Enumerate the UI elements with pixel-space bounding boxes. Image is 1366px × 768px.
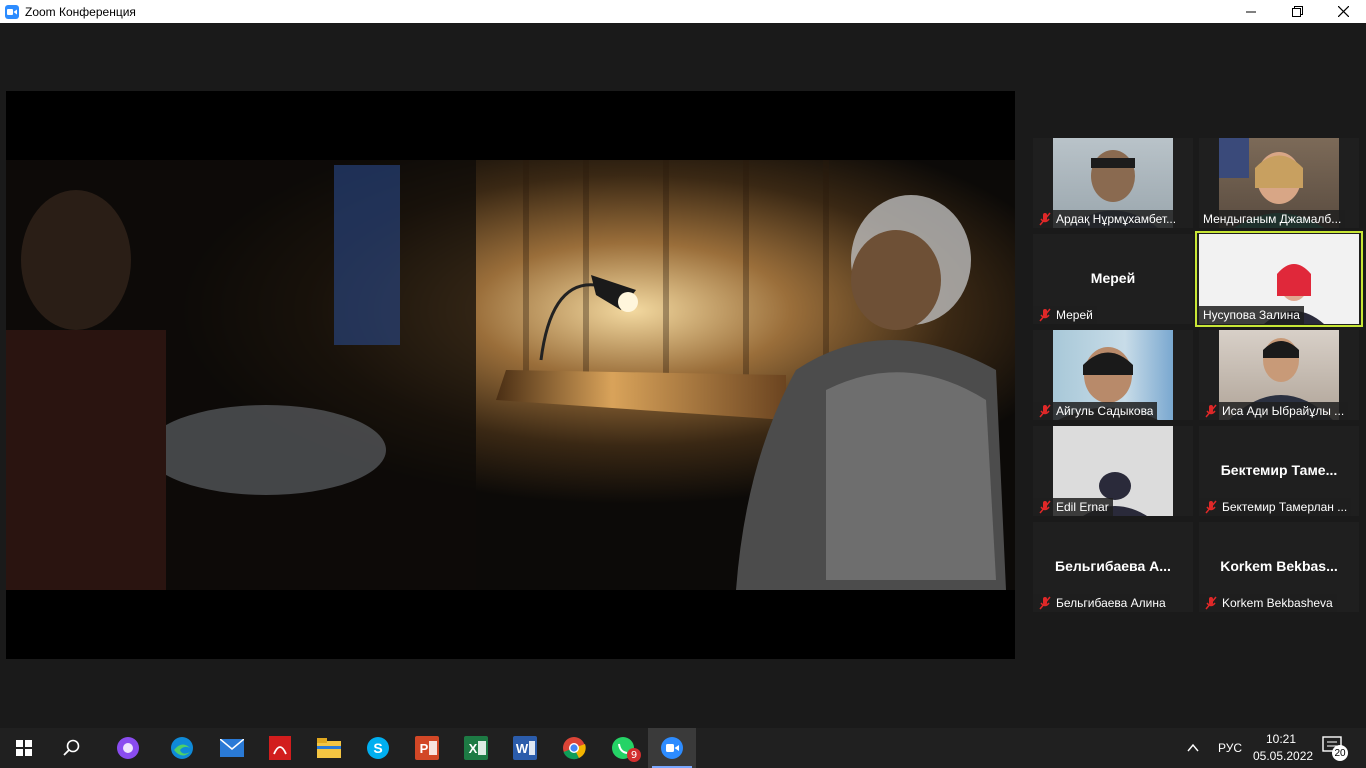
participant-tile[interactable]: Мендыганым Джамалб... <box>1199 138 1359 228</box>
svg-text:P: P <box>420 741 429 756</box>
muted-mic-icon <box>1039 404 1051 418</box>
participant-tile[interactable]: Мерей Мерей <box>1033 234 1193 324</box>
title-bar: Zoom Конференция <box>0 0 1366 23</box>
input-language[interactable]: РУС <box>1218 741 1242 755</box>
muted-mic-icon <box>1039 308 1051 322</box>
participant-name: Korkem Bekbasheva <box>1222 596 1333 610</box>
powerpoint-icon[interactable]: P <box>403 728 451 768</box>
participant-name: Бектемир Тамерлан ... <box>1222 500 1348 514</box>
participant-name: Edil Ernar <box>1056 500 1109 514</box>
participant-display-name: Мерей <box>1090 270 1136 286</box>
video-scene-image <box>6 160 1015 590</box>
search-icon[interactable] <box>48 728 96 768</box>
participant-tile[interactable]: Айгуль Садыкова <box>1033 330 1193 420</box>
zoom-app-icon <box>5 4 19 19</box>
restore-button[interactable] <box>1274 0 1320 23</box>
minimize-button[interactable] <box>1228 0 1274 23</box>
zoom-icon[interactable] <box>648 728 696 768</box>
participant-name: Айгуль Садыкова <box>1056 404 1154 418</box>
file-explorer-icon[interactable] <box>305 728 353 768</box>
participant-display-name: Korkem Bekbas... <box>1220 558 1338 574</box>
muted-mic-icon <box>1039 212 1051 226</box>
participant-name: Бельгибаева Алина <box>1056 596 1166 610</box>
muted-mic-icon <box>1205 404 1217 418</box>
participant-tile[interactable]: Ардақ Нұрмұхамбет... <box>1033 138 1193 228</box>
whatsapp-icon[interactable]: 9 <box>599 728 647 768</box>
mail-icon[interactable] <box>208 728 256 768</box>
minimize-icon <box>1246 11 1256 12</box>
window-title: Zoom Конференция <box>25 4 136 19</box>
clock-date[interactable]: 05.05.2022 <box>1253 749 1313 763</box>
participant-name: Ардақ Нұрмұхамбет... <box>1056 212 1177 226</box>
participant-tile[interactable]: Иса Ади Ыбрайұлы ... <box>1199 330 1359 420</box>
alice-assistant-icon[interactable] <box>104 728 152 768</box>
participant-tile[interactable]: Korkem Bekbas... Korkem Bekbasheva <box>1199 522 1359 612</box>
participant-tile[interactable]: Бельгибаева А... Бельгибаева Алина <box>1033 522 1193 612</box>
close-icon <box>1337 6 1349 17</box>
word-icon[interactable]: W <box>501 728 549 768</box>
participant-tile[interactable]: Бектемир Таме... Бектемир Тамерлан ... <box>1199 426 1359 516</box>
svg-text:S: S <box>373 740 382 756</box>
notification-count: 20 <box>1332 745 1348 761</box>
whatsapp-badge: 9 <box>627 748 641 762</box>
participant-name: Нусупова Залина <box>1203 308 1300 322</box>
participant-name: Мерей <box>1056 308 1093 322</box>
close-button[interactable] <box>1320 0 1366 23</box>
edge-icon[interactable] <box>158 728 206 768</box>
participant-display-name: Бектемир Таме... <box>1220 462 1338 478</box>
shared-video[interactable] <box>6 91 1015 659</box>
muted-mic-icon <box>1039 596 1051 610</box>
svg-text:X: X <box>469 741 478 756</box>
tray-chevron-up-icon[interactable] <box>1186 740 1200 759</box>
participant-tile[interactable]: Edil Ernar <box>1033 426 1193 516</box>
muted-mic-icon <box>1205 596 1217 610</box>
excel-icon[interactable]: X <box>452 728 500 768</box>
participant-tile-active-speaker[interactable]: Нусупова Залина <box>1195 231 1363 327</box>
chrome-icon[interactable] <box>550 728 598 768</box>
participant-name: Иса Ади Ыбрайұлы ... <box>1222 404 1345 418</box>
notification-center-button[interactable]: 20 <box>1322 736 1354 762</box>
clock-time[interactable]: 10:21 <box>1266 732 1296 746</box>
acrobat-icon[interactable] <box>256 728 304 768</box>
skype-icon[interactable]: S <box>354 728 402 768</box>
windows-start-icon[interactable] <box>0 728 48 768</box>
restore-icon <box>1291 6 1303 17</box>
windows-taskbar: S P X W 9 РУС 10:21 05.05.2022 20 <box>0 728 1366 768</box>
svg-text:W: W <box>516 741 529 756</box>
participant-name: Мендыганым Джамалб... <box>1203 212 1342 226</box>
muted-mic-icon <box>1205 500 1217 514</box>
shared-screen-area: Ардақ Нұрмұхамбет... Мендыганым Джамалб.… <box>0 23 1366 728</box>
muted-mic-icon <box>1039 500 1051 514</box>
participant-display-name: Бельгибаева А... <box>1055 558 1171 574</box>
